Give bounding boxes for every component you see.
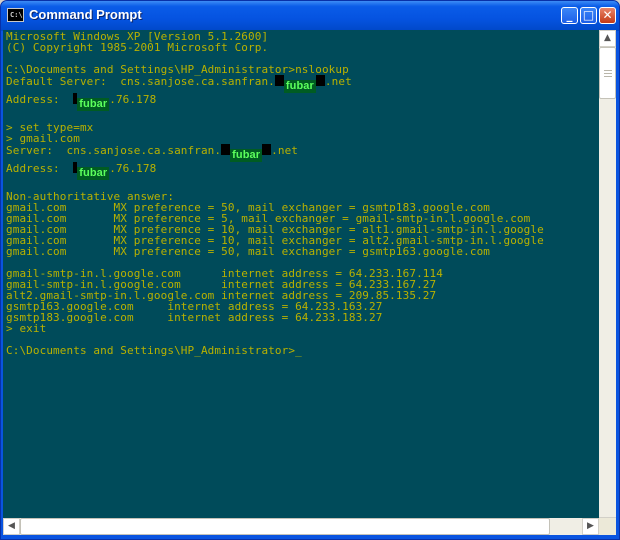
redaction-label: fubar — [230, 149, 263, 162]
console-prompt: C:\Documents and Settings\HP_Administrat… — [6, 344, 296, 357]
title-bar[interactable]: C:\ Command Prompt _ □ ✕ — [1, 1, 619, 31]
redaction-label: fubar — [77, 98, 110, 111]
window-title: Command Prompt — [29, 7, 142, 22]
redaction-block — [274, 75, 284, 86]
scroll-up-button[interactable]: ▲ — [599, 30, 616, 47]
console-output: Microsoft Windows XP [Version 5.1.2600] … — [3, 30, 599, 356]
scroll-left-button[interactable]: ◀ — [3, 518, 20, 535]
thumb-grip — [604, 70, 612, 71]
redaction-label: fubar — [283, 80, 316, 93]
text-cursor: _ — [295, 344, 302, 357]
close-button[interactable]: ✕ — [599, 7, 616, 24]
console-line: (C) Copyright 1985-2001 Microsoft Corp. — [6, 41, 269, 54]
console-line: Default Server: cns.sanjose.ca.sanfran. — [6, 75, 275, 88]
horizontal-scroll-thumb[interactable] — [20, 518, 550, 535]
console-line: gsmtp183.google.com internet address = 6… — [6, 311, 383, 324]
console-line: Address: — [6, 93, 74, 106]
console-line: > exit — [6, 322, 47, 335]
console-line: .76.178 — [109, 93, 157, 106]
command-prompt-icon[interactable]: C:\ — [7, 8, 24, 22]
maximize-button[interactable]: □ — [580, 7, 597, 24]
console-line: .76.178 — [109, 162, 157, 175]
redaction-block — [315, 75, 325, 86]
redaction-block — [221, 144, 231, 155]
minimize-button[interactable]: _ — [561, 7, 578, 24]
redaction-label: fubar — [77, 167, 110, 180]
console-line: Server: cns.sanjose.ca.sanfran. — [6, 144, 222, 157]
thumb-grip — [604, 76, 612, 77]
redaction-block — [262, 144, 272, 155]
console-area[interactable]: Microsoft Windows XP [Version 5.1.2600] … — [3, 30, 599, 534]
scroll-right-button[interactable]: ▶ — [582, 518, 599, 535]
console-line: .net — [324, 75, 352, 88]
vertical-scroll-thumb[interactable] — [599, 47, 616, 99]
thumb-grip — [604, 73, 612, 74]
horizontal-scrollbar[interactable]: ◀ ▶ — [3, 518, 599, 535]
console-line: gmail.com MX preference = 50, mail excha… — [6, 245, 491, 258]
scrollbar-corner — [599, 518, 616, 535]
console-line: Address: — [6, 162, 74, 175]
console-line: .net — [271, 144, 299, 157]
vertical-scrollbar[interactable]: ▲ ▼ — [599, 30, 616, 534]
